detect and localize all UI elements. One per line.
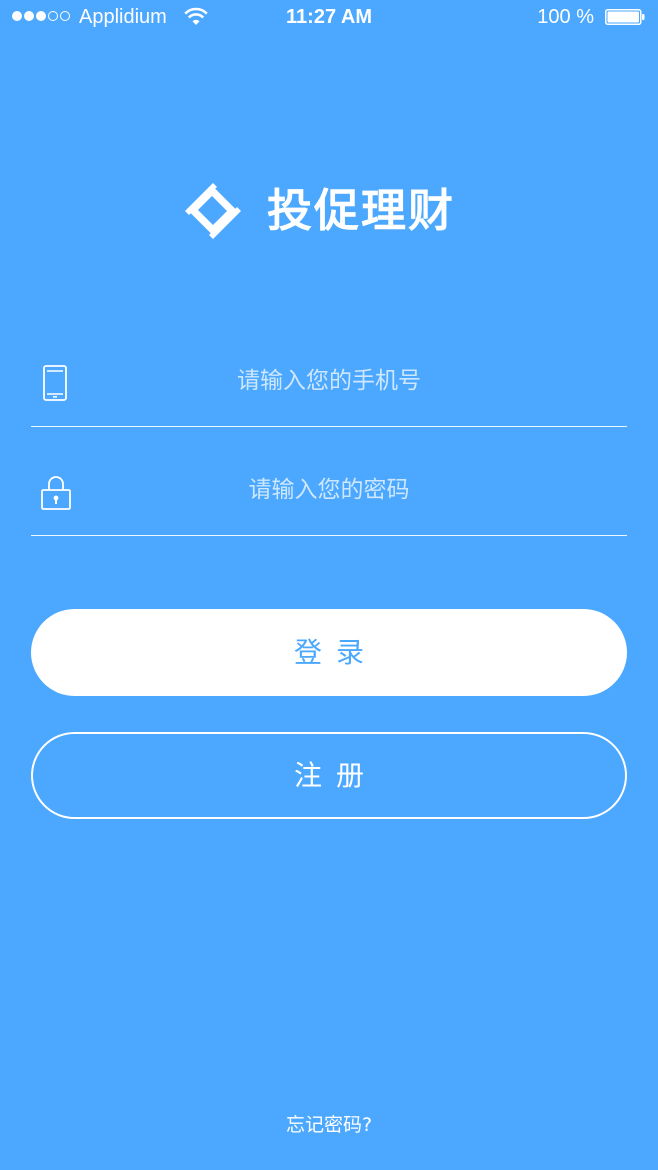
login-screen: Applidium 11:27 AM 100 % 投促理财 请输入您的手机号 登… [0, 0, 658, 1170]
app-logo: 投促理财 [183, 181, 455, 241]
battery-percentage: 100 % [537, 6, 594, 28]
password-field [31, 445, 627, 536]
forgot-password-link[interactable]: 忘记密码? [0, 1110, 658, 1140]
phone-input[interactable] [91, 336, 567, 426]
lock-icon [41, 476, 71, 510]
login-button-label: 登录 [293, 636, 378, 669]
phone-field [31, 336, 627, 427]
phone-icon [43, 365, 67, 401]
diamond-logo-icon [185, 183, 241, 239]
register-button[interactable]: 注册 [31, 732, 627, 819]
register-button-label: 注册 [293, 759, 378, 792]
app-name: 投促理财 [267, 184, 456, 237]
login-button[interactable]: 登录 [31, 609, 627, 696]
status-bar: Applidium 11:27 AM 100 % [0, 0, 658, 36]
battery-icon [605, 9, 645, 25]
password-input[interactable] [91, 445, 567, 535]
